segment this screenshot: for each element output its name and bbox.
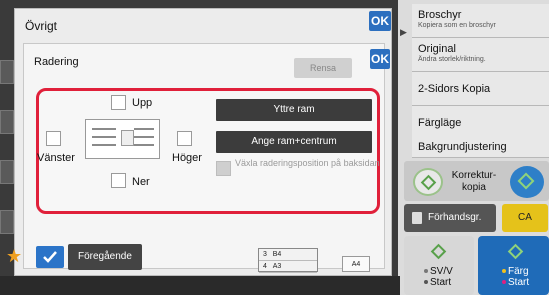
other-dialog: Övrigt OK Radering Rensa OK Upp Vänster … bbox=[14, 8, 392, 276]
outer-frame-button[interactable]: Yttre ram bbox=[216, 99, 372, 121]
diamond-icon bbox=[517, 172, 535, 190]
proof-copy-label: Korrektur-kopia bbox=[451, 170, 497, 193]
function-subtitle: Kopiera som en broschyr bbox=[418, 22, 496, 29]
text-line-icon bbox=[92, 144, 116, 146]
function-booklet[interactable]: Broschyr Kopiera som en broschyr bbox=[412, 4, 549, 38]
preview-label: Förhandsgr. bbox=[428, 212, 482, 223]
function-duplex-copy[interactable]: 2-Sidors Kopia bbox=[412, 72, 549, 106]
color-start-line1: Färg bbox=[508, 266, 529, 277]
tray-number: 3 bbox=[263, 251, 267, 258]
dialog-ok-button[interactable]: OK bbox=[369, 11, 391, 31]
function-background-adjust[interactable]: Bakgrundjustering bbox=[412, 130, 549, 158]
preview-button[interactable]: Förhandsgr. bbox=[404, 204, 496, 232]
background-tab bbox=[0, 210, 14, 234]
erase-settings-frame: Upp Vänster Höger Ner Yttre ram Ange ram… bbox=[36, 88, 380, 214]
erase-right-label: Höger bbox=[172, 152, 202, 164]
erase-right-checkbox[interactable] bbox=[177, 131, 192, 146]
diamond-icon bbox=[430, 243, 447, 260]
star-icon[interactable]: ★ bbox=[6, 246, 26, 266]
erase-top-label: Upp bbox=[132, 97, 153, 109]
bw-start-line2: Start bbox=[430, 277, 452, 288]
text-line-icon bbox=[134, 144, 154, 146]
erase-bottom-checkbox[interactable] bbox=[111, 173, 126, 188]
function-title: 2-Sidors Kopia bbox=[418, 83, 491, 95]
clear-button[interactable]: Rensa bbox=[294, 58, 352, 78]
proof-copy-color-button[interactable] bbox=[510, 166, 544, 198]
tray-size: B4 bbox=[272, 251, 282, 258]
color-start-line2: Start bbox=[508, 277, 530, 288]
background-tab bbox=[0, 60, 14, 84]
function-title: Original bbox=[418, 43, 456, 55]
erase-left-label: Vänster bbox=[37, 152, 75, 164]
color-start-button[interactable]: Färg Start bbox=[478, 236, 549, 295]
bw-dot-icon bbox=[424, 280, 428, 285]
function-title: Bakgrundjustering bbox=[418, 141, 507, 153]
dialog-title: Övrigt bbox=[25, 19, 58, 33]
erase-position-diagram bbox=[85, 119, 160, 159]
center-spine-icon bbox=[121, 130, 134, 146]
play-arrow-icon: ▶ bbox=[400, 27, 407, 37]
tray-size: A3 bbox=[272, 263, 282, 270]
bottom-bar bbox=[0, 276, 400, 295]
previous-button[interactable]: Föregående bbox=[68, 244, 142, 270]
color-dot-icon bbox=[502, 269, 506, 274]
toggle-back-label: Växla raderingsposition på baksidan bbox=[235, 158, 380, 168]
paper-tray-status: 3 B4 4 A3 bbox=[258, 248, 318, 273]
bw-start-button[interactable]: SV/V Start bbox=[404, 236, 474, 295]
tray-number: 4 bbox=[263, 263, 267, 270]
erase-panel: Radering Rensa OK Upp Vänster Höger Ner bbox=[23, 43, 390, 269]
preview-icon bbox=[412, 212, 422, 224]
check-button[interactable] bbox=[36, 246, 64, 268]
function-original[interactable]: Original Ändra storlek/riktning. bbox=[412, 38, 549, 72]
color-dot-icon bbox=[502, 280, 506, 285]
diamond-icon bbox=[507, 243, 524, 260]
function-subtitle: Ändra storlek/riktning. bbox=[418, 56, 486, 63]
paper-size-indicator: A4 bbox=[342, 256, 370, 272]
text-line-icon bbox=[92, 128, 116, 130]
erase-left-checkbox[interactable] bbox=[46, 131, 61, 146]
text-line-icon bbox=[92, 136, 116, 138]
frame-center-button[interactable]: Ange ram+centrum bbox=[216, 131, 372, 153]
erase-top-checkbox[interactable] bbox=[111, 95, 126, 110]
erase-title: Radering bbox=[34, 56, 79, 68]
diamond-icon bbox=[420, 174, 437, 191]
check-icon bbox=[43, 251, 57, 263]
erase-ok-button[interactable]: OK bbox=[370, 49, 390, 69]
background-tab bbox=[0, 160, 14, 184]
bw-dot-icon bbox=[424, 269, 428, 274]
toggle-back-checkbox[interactable] bbox=[216, 161, 231, 176]
text-line-icon bbox=[134, 136, 154, 138]
clear-all-button[interactable]: CA bbox=[502, 204, 548, 232]
erase-bottom-label: Ner bbox=[132, 176, 150, 188]
bw-start-line1: SV/V bbox=[430, 266, 453, 277]
proof-copy-button[interactable] bbox=[413, 168, 443, 196]
function-title: Broschyr bbox=[418, 9, 462, 21]
background-tab bbox=[0, 110, 14, 134]
text-line-icon bbox=[134, 128, 154, 130]
